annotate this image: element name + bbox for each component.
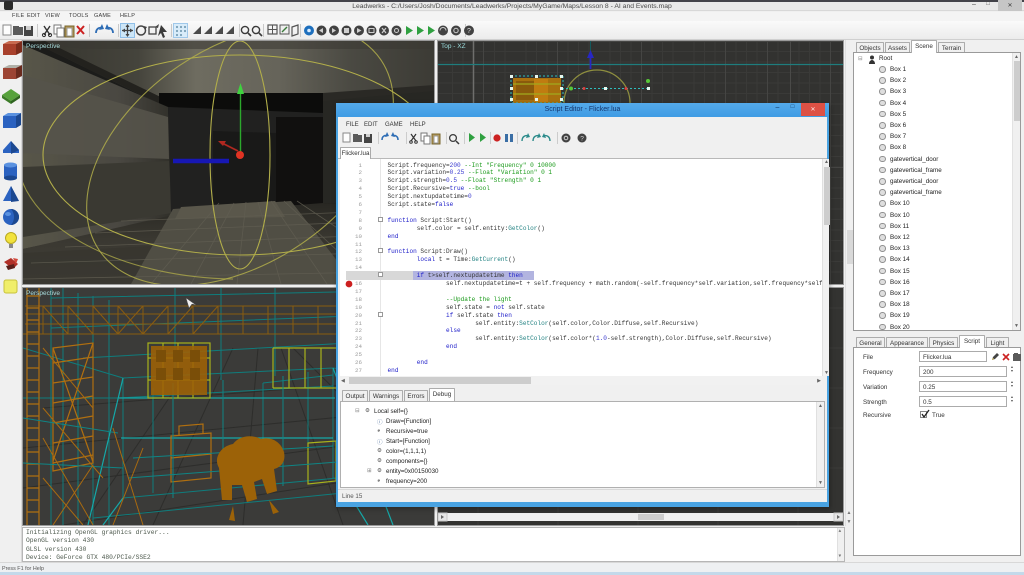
svg-text:?: ?	[467, 28, 471, 35]
